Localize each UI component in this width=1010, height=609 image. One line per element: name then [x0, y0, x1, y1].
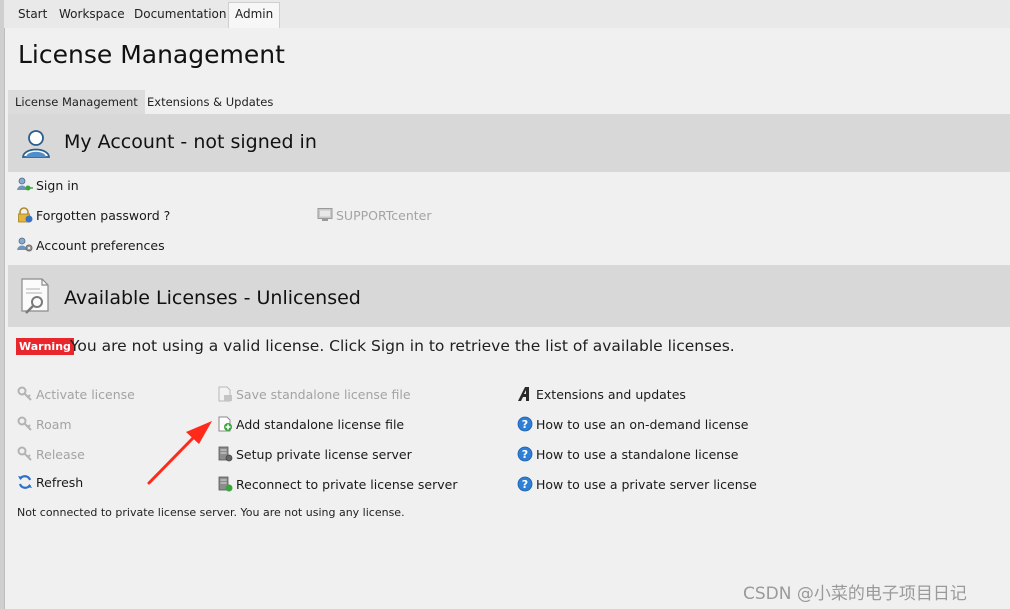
tab-documentation[interactable]: Documentation	[128, 3, 233, 25]
save-standalone-label: Save standalone license file	[236, 387, 411, 402]
lock-icon	[18, 207, 33, 223]
license-status-text: Not connected to private license server.…	[17, 506, 405, 519]
release-link[interactable]: Release	[17, 446, 85, 464]
howto-standalone-label: How to use a standalone license	[536, 447, 739, 462]
extensions-and-updates-link[interactable]: Extensions and updates	[517, 386, 686, 404]
reconnect-private-license-server-link[interactable]: Reconnect to private license server	[217, 476, 457, 494]
setup-private-label: Setup private license server	[236, 447, 412, 462]
howto-ondemand-label: How to use an on-demand license	[536, 417, 749, 432]
add-standalone-label: Add standalone license file	[236, 417, 405, 432]
key-icon	[17, 446, 32, 461]
forgotten-password-label: Forgotten password ?	[36, 208, 171, 223]
ansys-logo-icon	[518, 387, 529, 401]
help-icon: ?	[517, 416, 533, 432]
tab-workspace[interactable]: Workspace	[53, 3, 131, 25]
user-icon	[22, 130, 50, 158]
my-account-title: My Account - not signed in	[64, 131, 317, 153]
help-icon: ?	[517, 446, 533, 462]
key-icon	[17, 386, 32, 401]
help-icon: ?	[517, 476, 533, 492]
add-standalone-license-link[interactable]: Add standalone license file	[217, 416, 404, 434]
tab-start[interactable]: Start	[12, 3, 53, 25]
supportcenter-link[interactable]: SUPPORTcenter	[317, 207, 432, 225]
svg-text:?: ?	[522, 418, 528, 431]
activate-license-link[interactable]: Activate license	[17, 386, 135, 404]
howto-ondemand-link[interactable]: ? How to use an on-demand license	[517, 416, 748, 434]
roam-label: Roam	[36, 417, 72, 432]
page-title: License Management	[18, 40, 285, 69]
warning-badge: Warning	[16, 338, 74, 355]
supportcenter-label: SUPPORTcenter	[336, 208, 432, 223]
watermark: CSDN @小菜的电子项目日记	[743, 584, 967, 604]
howto-standalone-link[interactable]: ? How to use a standalone license	[517, 446, 738, 464]
tab-admin[interactable]: Admin	[228, 2, 281, 28]
refresh-icon	[18, 475, 32, 489]
account-preferences-label: Account preferences	[36, 238, 165, 253]
howto-private-label: How to use a private server license	[536, 477, 757, 492]
extensions-label: Extensions and updates	[536, 387, 686, 402]
roam-link[interactable]: Roam	[17, 416, 72, 434]
refresh-label: Refresh	[36, 475, 84, 490]
top-tab-bar: Start Workspace Documentation Admin	[4, 0, 1010, 28]
activate-license-label: Activate license	[36, 387, 135, 402]
tab-license-management[interactable]: License Management	[8, 90, 145, 114]
release-label: Release	[36, 447, 85, 462]
document-save-icon	[218, 386, 232, 402]
forgotten-password-link[interactable]: Forgotten password ?	[17, 207, 170, 225]
window-left-border	[0, 0, 5, 609]
available-licenses-title: Available Licenses - Unlicensed	[64, 287, 361, 309]
sign-in-link[interactable]: Sign in	[17, 177, 79, 195]
user-key-icon	[17, 177, 33, 191]
key-icon	[17, 416, 32, 431]
svg-text:?: ?	[522, 448, 528, 461]
tab-extensions-updates[interactable]: Extensions & Updates	[140, 90, 280, 114]
available-licenses-header: Available Licenses - Unlicensed	[8, 265, 1010, 327]
warning-message: You are not using a valid license. Click…	[70, 337, 735, 355]
license-certificate-icon	[21, 278, 49, 314]
my-account-header: My Account - not signed in	[8, 114, 1010, 172]
red-annotation-arrow	[147, 421, 212, 485]
sign-in-label: Sign in	[36, 178, 79, 193]
refresh-link[interactable]: Refresh	[17, 474, 83, 492]
svg-text:?: ?	[522, 478, 528, 491]
howto-private-link[interactable]: ? How to use a private server license	[517, 476, 757, 494]
account-preferences-link[interactable]: Account preferences	[17, 237, 165, 255]
user-settings-icon	[17, 237, 33, 252]
save-standalone-license-link[interactable]: Save standalone license file	[217, 386, 411, 404]
reconnect-private-label: Reconnect to private license server	[236, 477, 458, 492]
setup-private-license-server-link[interactable]: Setup private license server	[217, 446, 412, 464]
monitor-icon	[317, 208, 333, 221]
